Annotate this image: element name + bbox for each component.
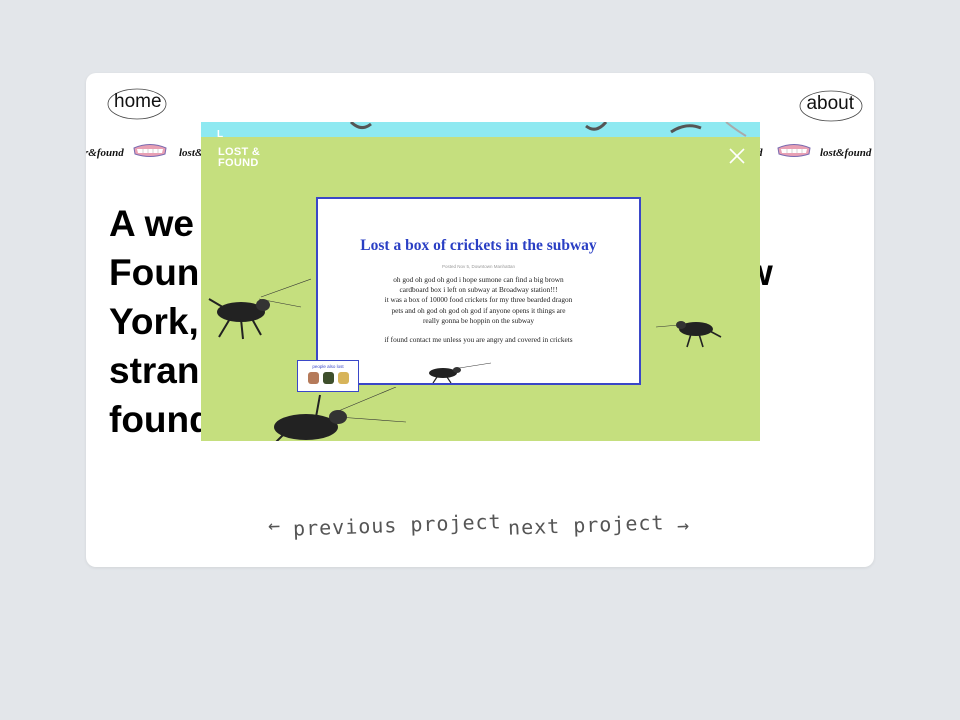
cricket-icon bbox=[655, 321, 722, 348]
cricket-icon bbox=[208, 278, 311, 340]
people-also-lost-label: people also lost bbox=[312, 364, 344, 369]
post-title: Lost a box of crickets in the subway bbox=[360, 237, 597, 254]
next-project-label: next project bbox=[507, 510, 665, 540]
lost-item-thumb-wallet[interactable] bbox=[322, 372, 334, 384]
cricket-icon bbox=[274, 387, 406, 441]
previous-project-label: previous project bbox=[292, 509, 503, 541]
close-icon[interactable] bbox=[728, 147, 746, 165]
marquee-item: lost&found bbox=[820, 147, 872, 159]
marquee-item: r&found bbox=[86, 147, 124, 159]
home-link[interactable]: home bbox=[106, 85, 170, 120]
people-also-lost-widget[interactable]: people also lost bbox=[297, 360, 359, 392]
post-body: oh god oh god oh god i hope sumone can f… bbox=[384, 275, 573, 325]
lost-found-logo: LOST & FOUND bbox=[218, 147, 260, 169]
svg-text:L: L bbox=[217, 129, 223, 137]
home-label: home bbox=[114, 91, 162, 112]
lost-item-thumb-face[interactable] bbox=[307, 372, 319, 384]
headline-line-text: Foun bbox=[109, 252, 200, 293]
left-arrow-icon: ← bbox=[267, 512, 282, 538]
lost-item-thumb-cup[interactable] bbox=[337, 372, 349, 384]
project-modal: LOST & FOUND Lost a box of crickets in t… bbox=[201, 137, 760, 441]
about-label: about bbox=[806, 93, 854, 114]
previous-project-link[interactable]: ← previous project bbox=[267, 509, 503, 540]
right-arrow-icon: → bbox=[676, 512, 691, 538]
dentures-icon bbox=[133, 144, 167, 157]
cricket-icon bbox=[429, 362, 492, 383]
dentures-icon bbox=[777, 144, 811, 157]
about-link[interactable]: about bbox=[798, 87, 863, 122]
preview-strip: L bbox=[201, 122, 760, 137]
post-footer: if found contact me unless you are angry… bbox=[384, 335, 573, 345]
logo-line: FOUND bbox=[218, 157, 259, 169]
next-project-link[interactable]: next project → bbox=[507, 510, 691, 540]
crickets-strip-image: L bbox=[217, 122, 747, 137]
lost-post-card: Lost a box of crickets in the subway Pos… bbox=[316, 197, 641, 385]
post-meta: Posted Nov 5, Downtown Manhattan bbox=[441, 264, 516, 269]
